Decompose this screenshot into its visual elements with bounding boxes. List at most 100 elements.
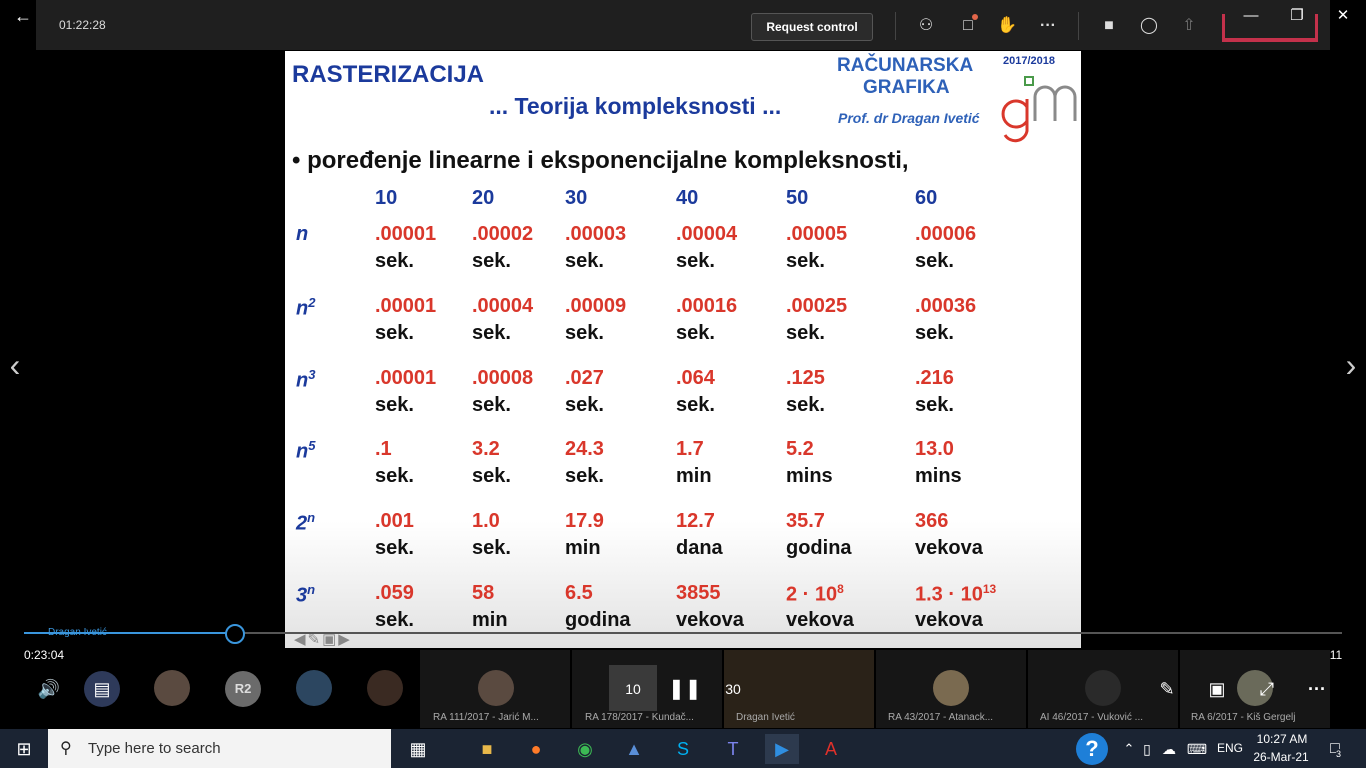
- cell-unit: vekova: [915, 537, 983, 559]
- chrome-icon[interactable]: ◉: [568, 734, 602, 764]
- course-name-line1: RAČUNARSKA: [837, 55, 974, 76]
- slide-subtitle: ... Teorija kompleksnosti ...: [489, 93, 782, 119]
- chat-icon[interactable]: □: [955, 14, 981, 38]
- column-header: 60: [915, 187, 938, 209]
- pen-icon[interactable]: ✎: [1152, 674, 1182, 704]
- cell-unit: godina: [786, 537, 852, 559]
- row-label: n: [296, 223, 308, 246]
- playback-scrubber[interactable]: [225, 624, 245, 644]
- cell-unit: sek.: [565, 394, 604, 416]
- file-explorer-icon[interactable]: ■: [470, 734, 504, 764]
- language-indicator[interactable]: ENG: [1217, 741, 1243, 755]
- share-screen-icon[interactable]: ⇧: [1176, 14, 1202, 38]
- cell-unit: sek.: [915, 250, 954, 272]
- column-header: 30: [565, 187, 588, 209]
- captions-icon[interactable]: ▤: [84, 671, 120, 707]
- cell-value: 17.9: [565, 510, 604, 532]
- acrobat-icon[interactable]: A: [814, 734, 848, 764]
- cell-value: .064: [676, 367, 715, 389]
- avatar[interactable]: [933, 670, 969, 706]
- row-label-exponent: 5: [308, 438, 316, 453]
- shared-slide: RASTERIZACIJA ... Teorija kompleksnosti …: [285, 51, 1081, 648]
- notifications-icon[interactable]: □: [1318, 734, 1352, 764]
- cell-value: .00001: [375, 295, 437, 317]
- more-options-icon[interactable]: ···: [1302, 674, 1332, 704]
- cell-unit: sek.: [676, 394, 715, 416]
- row-label-exponent: n: [307, 582, 316, 597]
- participant-name: Dragan Ivetić: [736, 712, 795, 723]
- row-label-exponent: 3: [308, 367, 316, 382]
- teams-icon[interactable]: T: [716, 734, 750, 764]
- academic-year: 2017/2018: [1003, 55, 1055, 67]
- cell-unit: sek.: [375, 537, 414, 559]
- next-arrow-icon[interactable]: ›: [1336, 345, 1366, 385]
- row-label: 2n: [296, 510, 315, 536]
- participants-icon[interactable]: ⚇: [913, 14, 939, 38]
- cell-value: .00036: [915, 295, 977, 317]
- skype-icon[interactable]: S: [666, 734, 700, 764]
- pause-icon[interactable]: ❚❚: [668, 674, 702, 704]
- cell-value: .001: [375, 510, 414, 532]
- rewind-10-icon[interactable]: 10: [618, 674, 648, 704]
- cell-unit: sek.: [375, 609, 414, 631]
- close-icon[interactable]: ✕: [1328, 6, 1358, 26]
- cell-value: .00005: [786, 223, 848, 245]
- cell-value: 366: [915, 510, 949, 532]
- restore-icon[interactable]: ❐: [1282, 6, 1312, 26]
- participant-name: AI 46/2017 - Vuković ...: [1040, 712, 1144, 723]
- row-label: 3n: [296, 582, 315, 608]
- row-label-base: n: [296, 440, 309, 463]
- cell-value: .00004: [472, 295, 534, 317]
- clock-time[interactable]: 10:27 AM: [1252, 732, 1312, 746]
- cell-unit: sek.: [375, 322, 414, 344]
- keyboard-icon[interactable]: ⌨: [1180, 734, 1214, 764]
- volume-icon[interactable]: 🔊: [34, 674, 64, 704]
- cell-value: .00008: [472, 367, 534, 389]
- windows-start-icon[interactable]: ⊞: [12, 737, 36, 761]
- avatar[interactable]: [296, 670, 332, 706]
- call-duration: 01:22:28: [59, 18, 106, 32]
- cell-unit: godina: [565, 609, 631, 631]
- more-options-icon[interactable]: ···: [1035, 14, 1061, 38]
- picture-in-picture-icon[interactable]: ▣: [1202, 674, 1232, 704]
- cell-value: 6.5: [565, 582, 593, 604]
- gm-logo: [1001, 76, 1077, 143]
- cell-value: .00006: [915, 223, 977, 245]
- row-label-base: 2: [296, 512, 308, 535]
- cell-unit: sek.: [472, 465, 511, 487]
- cell-unit: min: [565, 537, 601, 559]
- avatar[interactable]: [367, 670, 403, 706]
- presenter-marker: Dragan Ivetić: [48, 627, 107, 638]
- cell-unit: vekova: [786, 609, 854, 631]
- help-icon[interactable]: ?: [1076, 733, 1108, 765]
- arrow-left-icon[interactable]: ←: [8, 4, 38, 28]
- avatar-initials[interactable]: R2: [225, 671, 261, 707]
- avatar[interactable]: [1085, 670, 1121, 706]
- bullet-text: • poređenje linearne i eksponencijalne k…: [292, 147, 909, 174]
- app-icon[interactable]: ▲: [617, 734, 651, 764]
- cell-unit: sek.: [786, 322, 825, 344]
- camera-off-icon[interactable]: ■: [1096, 14, 1122, 38]
- avatar[interactable]: [478, 670, 514, 706]
- slide-title: RASTERIZACIJA: [292, 61, 485, 88]
- request-control-button[interactable]: Request control: [751, 13, 873, 41]
- mic-off-icon[interactable]: ◯: [1136, 14, 1162, 38]
- clock-date[interactable]: 26-Mar-21: [1248, 750, 1314, 764]
- minimize-icon[interactable]: —: [1236, 6, 1266, 26]
- cell-value: 3.2: [472, 438, 500, 460]
- cell-value: .00025: [786, 295, 848, 317]
- cell-value: 13.0: [915, 438, 954, 460]
- teams-active-icon[interactable]: ▶: [765, 734, 799, 764]
- forward-30-icon[interactable]: 30: [718, 674, 748, 704]
- avatar[interactable]: [154, 670, 190, 706]
- cell-unit: sek.: [786, 250, 825, 272]
- fullscreen-icon[interactable]: ⤢: [1252, 674, 1282, 704]
- task-view-icon[interactable]: ▦: [401, 734, 435, 764]
- cell-value: .059: [375, 582, 414, 604]
- cell-value: 1.3 · 1013: [915, 582, 997, 606]
- previous-arrow-icon[interactable]: ‹: [0, 345, 30, 385]
- firefox-icon[interactable]: ●: [519, 734, 553, 764]
- row-label: n2: [296, 295, 315, 321]
- raise-hand-icon[interactable]: ✋: [994, 14, 1020, 38]
- cell-value: .00002: [472, 223, 534, 245]
